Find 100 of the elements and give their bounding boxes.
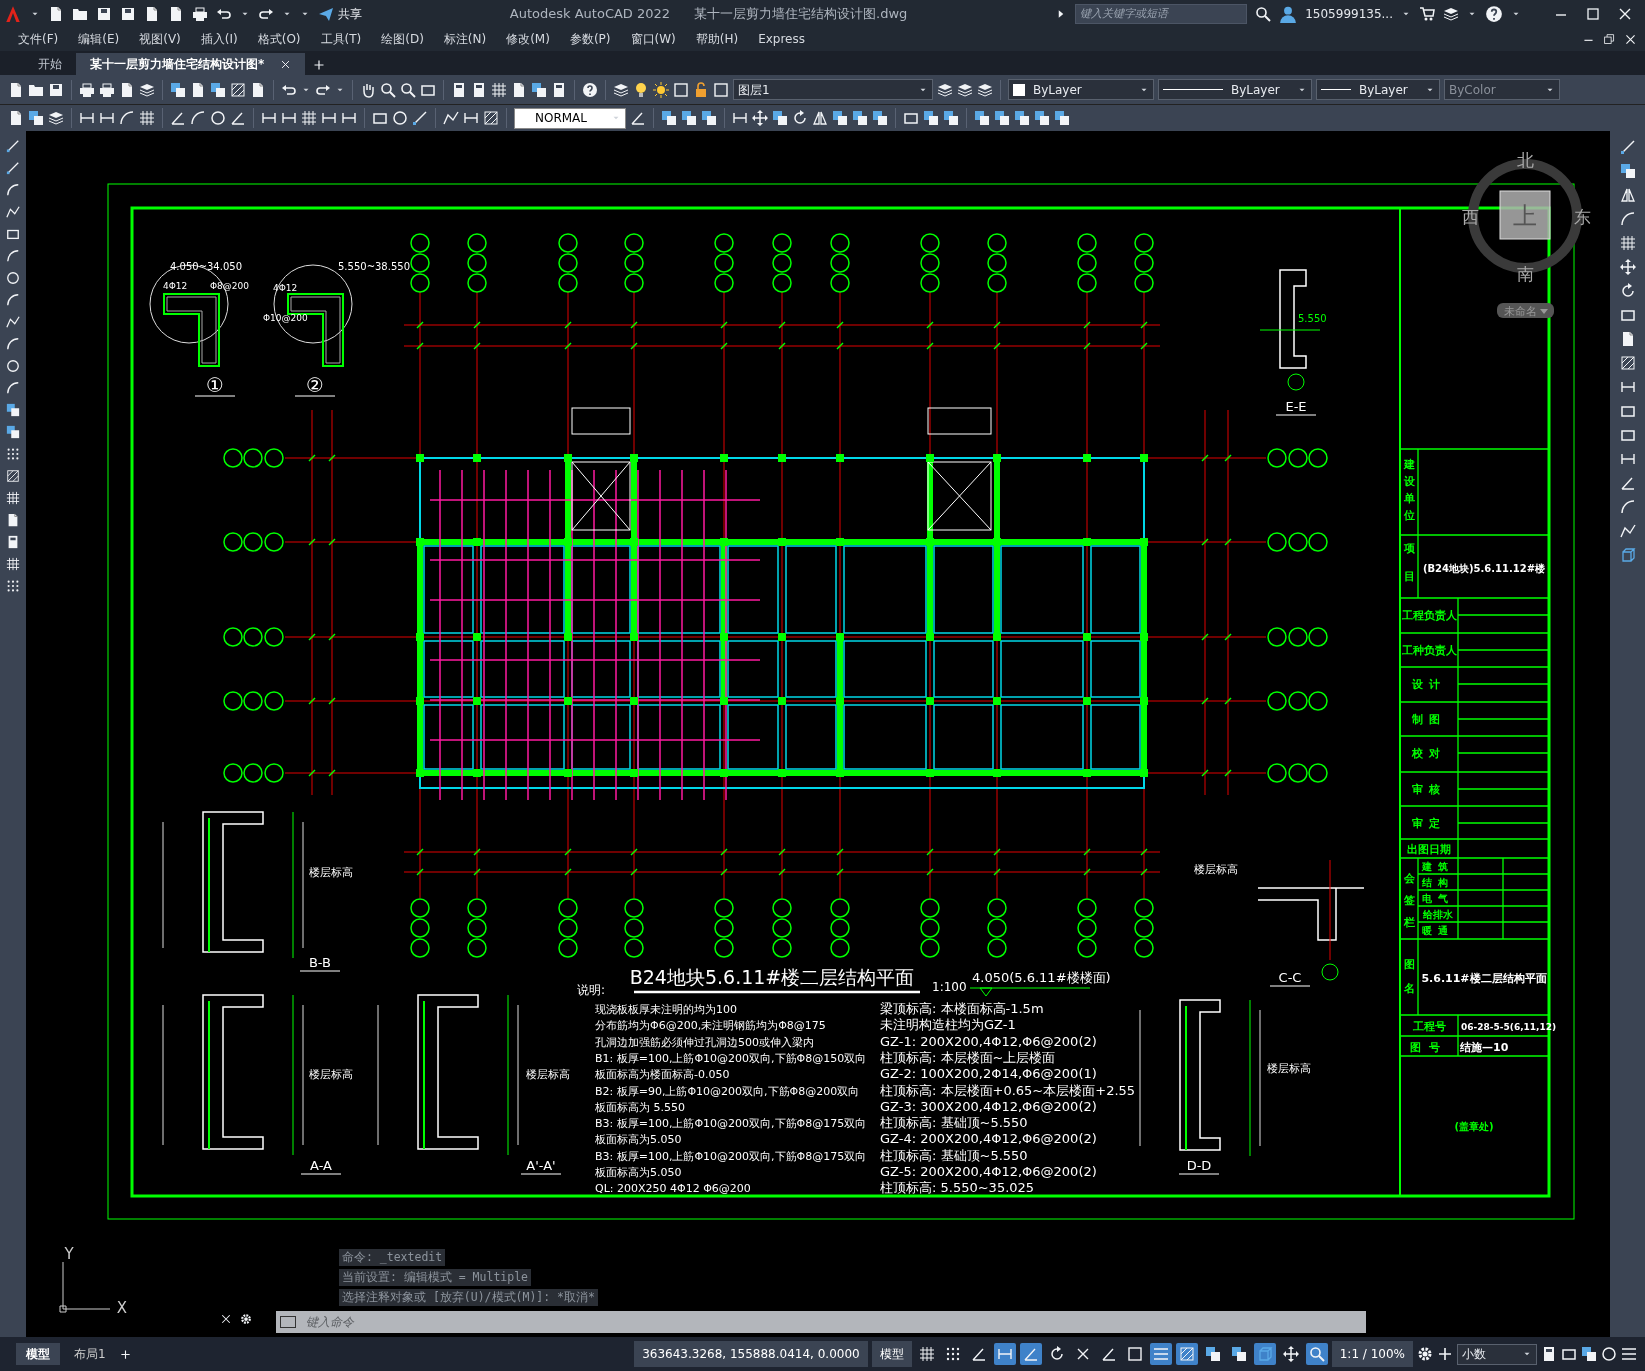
units-dropdown[interactable]: 小数 xyxy=(1457,1343,1537,1365)
printer-icon[interactable] xyxy=(99,81,115,98)
menu-item[interactable]: 编辑(E) xyxy=(68,30,130,48)
linetype-dropdown[interactable]: ByLayer xyxy=(1158,79,1312,100)
dimension-icon[interactable] xyxy=(341,110,357,126)
angle-icon[interactable] xyxy=(1019,1343,1042,1365)
hatch-icon[interactable] xyxy=(230,81,246,98)
document-icon[interactable] xyxy=(48,5,64,22)
document-icon[interactable] xyxy=(6,513,20,527)
copy-icon[interactable] xyxy=(943,110,959,126)
search-field[interactable]: 键入关键字或短语 xyxy=(1075,3,1248,24)
menu-item[interactable]: 标注(N) xyxy=(433,30,497,48)
plus-icon[interactable] xyxy=(1437,1346,1453,1362)
move-arrows-icon[interactable] xyxy=(752,110,768,126)
rectangle-icon[interactable] xyxy=(1619,427,1636,443)
close-icon[interactable] xyxy=(220,1313,232,1325)
gear-icon[interactable] xyxy=(1417,1346,1433,1362)
document-icon[interactable] xyxy=(8,81,24,98)
magnifier-icon[interactable] xyxy=(400,81,416,98)
padlock-icon[interactable] xyxy=(693,81,709,98)
close-icon[interactable] xyxy=(280,58,292,70)
dimension-icon[interactable] xyxy=(261,110,277,126)
dimension-icon[interactable] xyxy=(993,1343,1016,1365)
dimension-icon[interactable] xyxy=(79,110,95,126)
polyline-icon[interactable] xyxy=(443,110,459,126)
circle-icon[interactable] xyxy=(210,110,226,126)
layer-stack-icon[interactable] xyxy=(48,110,64,126)
copy-icon[interactable] xyxy=(681,110,697,126)
menu-icon[interactable] xyxy=(1621,1346,1637,1362)
color-dropdown[interactable]: ByLayer xyxy=(1008,79,1154,100)
calculator-icon[interactable] xyxy=(1541,1346,1557,1362)
line-icon[interactable] xyxy=(1619,139,1636,155)
lineweight-dropdown[interactable]: ByLayer xyxy=(1316,79,1440,100)
angle-icon[interactable] xyxy=(630,110,646,126)
circle-icon[interactable] xyxy=(1601,1346,1617,1362)
printer-icon[interactable] xyxy=(192,5,208,22)
copy-icon[interactable] xyxy=(872,110,888,126)
copy-icon[interactable] xyxy=(994,110,1010,126)
angle-icon[interactable] xyxy=(230,110,246,126)
document-icon[interactable] xyxy=(250,81,266,98)
dimension-icon[interactable] xyxy=(463,110,479,126)
text-style-dropdown[interactable]: NORMAL xyxy=(514,107,626,129)
arc-icon[interactable] xyxy=(6,293,20,307)
arc-icon[interactable] xyxy=(1619,499,1636,515)
dot-grid-icon[interactable] xyxy=(6,579,20,593)
circle-icon[interactable] xyxy=(392,110,408,126)
mirror-triangles-icon[interactable] xyxy=(1619,187,1636,203)
layer-stack-icon[interactable] xyxy=(139,81,155,98)
dimension-icon[interactable] xyxy=(99,110,115,126)
arc-icon[interactable] xyxy=(6,381,20,395)
hatch-icon[interactable] xyxy=(483,110,499,126)
layout-tab[interactable]: 模型 xyxy=(16,1343,60,1365)
magnifier-icon[interactable] xyxy=(380,81,396,98)
dimension-icon[interactable] xyxy=(1619,379,1636,395)
copy-icon[interactable] xyxy=(6,403,20,417)
restore-icon[interactable] xyxy=(1603,32,1616,46)
line-icon[interactable] xyxy=(6,161,20,175)
sun-icon[interactable] xyxy=(653,81,669,98)
calculator-icon[interactable] xyxy=(471,81,487,98)
line-icon[interactable] xyxy=(412,110,428,126)
copy-icon[interactable] xyxy=(974,110,990,126)
model-space-button[interactable]: 模型 xyxy=(871,1341,912,1367)
calculator-icon[interactable] xyxy=(551,81,567,98)
document-icon[interactable] xyxy=(8,110,24,126)
gear-icon[interactable] xyxy=(240,1313,252,1325)
help-icon[interactable] xyxy=(582,81,598,98)
magnifier-icon[interactable] xyxy=(1305,1343,1328,1365)
mirror-triangles-icon[interactable] xyxy=(812,110,828,126)
plot-style-dropdown[interactable]: ByColor xyxy=(1444,79,1560,100)
arc-icon[interactable] xyxy=(6,249,20,263)
menu-icon[interactable] xyxy=(1149,1343,1172,1365)
dimension-icon[interactable] xyxy=(1619,451,1636,467)
menu-item[interactable]: 窗口(W) xyxy=(620,30,686,48)
square-icon[interactable] xyxy=(713,81,729,98)
grid-icon[interactable] xyxy=(139,110,155,126)
plus-icon[interactable] xyxy=(313,59,326,71)
menu-item[interactable]: 文件(F) xyxy=(8,30,69,48)
hatch-icon[interactable] xyxy=(1619,355,1636,371)
grid-icon[interactable] xyxy=(301,110,317,126)
menu-item[interactable]: 格式(O) xyxy=(247,30,311,48)
document-icon[interactable] xyxy=(144,5,160,22)
rectangle-icon[interactable] xyxy=(1619,307,1636,323)
hatch-icon[interactable] xyxy=(1175,1343,1198,1365)
document-icon[interactable] xyxy=(190,81,206,98)
copy-icon[interactable] xyxy=(170,81,186,98)
polyline-icon[interactable] xyxy=(1619,523,1636,539)
angle-icon[interactable] xyxy=(170,110,186,126)
arc-icon[interactable] xyxy=(1619,211,1636,227)
document-icon[interactable] xyxy=(168,5,184,22)
copy-icon[interactable] xyxy=(531,81,547,98)
arc-icon[interactable] xyxy=(6,183,20,197)
polyline-icon[interactable] xyxy=(6,205,20,219)
square-icon[interactable] xyxy=(673,81,689,98)
copy-icon[interactable] xyxy=(832,110,848,126)
menu-item[interactable]: 修改(M) xyxy=(496,30,560,48)
grid-icon[interactable] xyxy=(6,557,20,571)
dimension-icon[interactable] xyxy=(321,110,337,126)
document-icon[interactable] xyxy=(511,81,527,98)
rectangle-icon[interactable] xyxy=(1561,1346,1577,1362)
document-tab[interactable]: 开始 xyxy=(24,53,76,75)
